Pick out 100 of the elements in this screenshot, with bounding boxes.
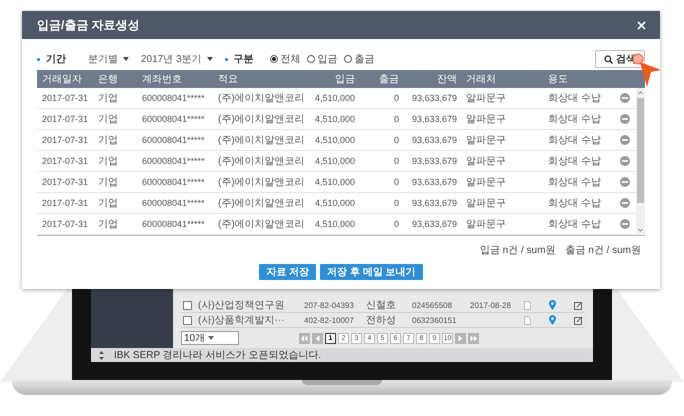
radio-button[interactable] [344, 55, 352, 63]
business-number: 207-82-04393 [304, 300, 355, 310]
first-page-icon[interactable] [299, 332, 310, 344]
column-header: 거래일자 [41, 73, 83, 86]
table-cell-text: (주)에이치알앤코리 [217, 134, 306, 147]
table-cell-text: 알파문구 [465, 197, 507, 210]
table-cell-text: 회상대 수납 [547, 134, 602, 147]
table-cell-text: 알파문구 [465, 113, 507, 126]
table-cell-text: 알파문구 [465, 155, 507, 168]
company-name: (사)산업정책연구원 [198, 299, 286, 312]
page-size-select[interactable]: 10개 [181, 331, 239, 345]
row-checkbox[interactable] [183, 316, 192, 324]
column-header: 적요 [217, 73, 239, 86]
table-cell-text: 93,633,679 [410, 135, 458, 145]
table-cell-text: 알파문구 [465, 92, 507, 105]
location-pin-icon[interactable] [549, 315, 556, 325]
table-cell-text: (주)에이치알앤코리 [217, 218, 306, 231]
table-cell-text: 회상대 수납 [547, 218, 602, 231]
remove-icon[interactable] [620, 177, 630, 187]
table-cell-text: 4,510,000 [314, 177, 356, 187]
table-cell-text: 600008041***** [141, 219, 206, 229]
remove-icon[interactable] [620, 135, 630, 145]
table-cell-text: 600008041***** [141, 198, 206, 208]
radio-button[interactable] [306, 55, 315, 63]
phone-number: 0632360151 [412, 316, 458, 324]
table-cell-text: 0 [392, 93, 400, 103]
table-cell-text: 2017-07-31 [41, 93, 90, 103]
table-cell-text: (주)에이치알앤코리 [217, 155, 306, 168]
column-header: 잔액 [436, 73, 458, 86]
caret-down-icon [206, 57, 213, 61]
table-cell-text: 0 [392, 114, 400, 124]
table-cell-text: 4,510,000 [314, 198, 356, 208]
column-header: 계좌번호 [141, 73, 183, 86]
table-cell-text: 2017-07-31 [41, 156, 90, 166]
summary-text: 입금 n건 / sum원 [480, 244, 556, 257]
radio-button[interactable] [270, 55, 278, 63]
table-cell-text: (주)에이치알앤코리 [217, 92, 306, 105]
table-cell-text: 600008041***** [141, 177, 206, 187]
column-header: 입금 [334, 73, 356, 86]
remove-icon[interactable] [620, 219, 630, 229]
bullet-icon [37, 58, 40, 60]
table-cell-text: 93,633,679 [410, 198, 458, 208]
scroll-arrows-icon[interactable] [99, 350, 104, 360]
table-cell-text: 회상대 수납 [547, 113, 602, 126]
table-cell-text: 4,510,000 [314, 219, 356, 229]
radio-label: 전체 [280, 53, 301, 66]
table-cell-text: 4,510,000 [314, 156, 356, 166]
remove-icon[interactable] [620, 114, 630, 124]
remove-icon[interactable] [620, 198, 630, 208]
table-cell-text: 4,510,000 [314, 114, 356, 124]
table-cell-text: 93,633,679 [410, 219, 458, 229]
edit-icon[interactable] [574, 300, 583, 310]
remove-icon[interactable] [620, 93, 630, 103]
bullet-icon [224, 58, 228, 60]
row-checkbox[interactable] [183, 300, 192, 310]
remove-icon[interactable] [620, 156, 630, 166]
page-size-value: 10개 [184, 332, 206, 345]
column-header: 은행 [97, 73, 119, 86]
location-pin-icon[interactable] [549, 300, 556, 310]
close-icon[interactable] [637, 20, 646, 30]
search-icon [604, 54, 613, 64]
person-name: 전하성 [366, 314, 397, 327]
next-page-icon[interactable] [455, 332, 466, 344]
last-page-icon[interactable] [468, 332, 479, 344]
caret-down-icon [123, 57, 129, 61]
table-cell-text: 기업 [97, 155, 119, 168]
table-cell-text: 알파문구 [465, 134, 507, 147]
table-cell-text: 93,633,679 [410, 93, 458, 103]
table-cell-text: 0 [392, 135, 400, 145]
table-cell-text: 0 [392, 219, 400, 229]
dialog-title: 입금/출금 자료생성 [37, 16, 140, 34]
column-header: 용도 [547, 73, 569, 86]
table-cell-text: 4,510,000 [314, 93, 356, 103]
table-cell-text: 기업 [97, 134, 119, 147]
radio-label: 출금 [354, 53, 375, 66]
previous-page-icon[interactable] [312, 332, 323, 344]
table-cell-text: 회상대 수납 [547, 176, 602, 189]
table-cell-text: 알파문구 [465, 176, 507, 189]
table-cell-text: 기업 [97, 218, 119, 231]
table-cell-text: 회상대 수납 [547, 155, 602, 168]
table-cell-text: 회상대 수납 [547, 197, 602, 210]
scrollbar[interactable] [636, 88, 645, 235]
business-number: 402-82-10007 [304, 316, 355, 324]
table-cell-text: 4,510,000 [314, 135, 356, 145]
caret-down-icon [208, 336, 214, 340]
phone-number: 024565508 [412, 300, 454, 310]
filter-label: 구분 [234, 53, 254, 66]
edit-icon[interactable] [574, 316, 583, 324]
table-cell-text: 0 [392, 177, 400, 187]
table-cell-text: 기업 [97, 92, 119, 105]
summary-text: 출금 n건 / sum원 [565, 244, 641, 257]
period-dropdown[interactable]: 2017년 3분기 [141, 52, 213, 66]
table-cell-text: (주)에이치알앤코리 [217, 197, 306, 210]
table-cell-text: 600008041***** [141, 156, 206, 166]
column-header: 거래처 [465, 73, 497, 86]
table-cell-text: 600008041***** [141, 114, 206, 124]
period-type-dropdown[interactable]: 분기별 [88, 52, 129, 66]
table-cell-text: 기업 [97, 176, 119, 189]
table-cell-text: 2017-07-31 [41, 114, 90, 124]
table-cell-text: 2017-07-31 [41, 198, 90, 208]
